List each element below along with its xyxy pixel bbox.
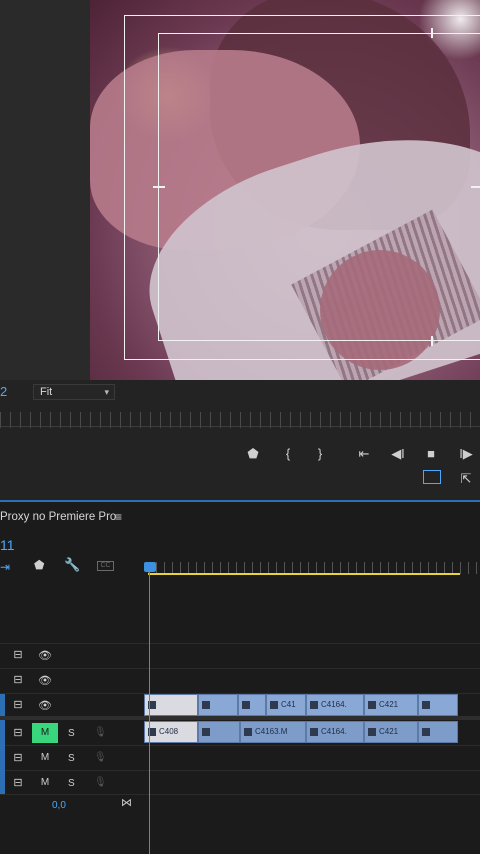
premiere-pro-window: 2 Fit ▾ ⬟ { } ⇤ ◀I ■ I▶ ⇱ Proxy no Premi…: [0, 0, 480, 854]
safe-margins-toggle-icon[interactable]: [423, 470, 441, 484]
safe-tick-bottom: [431, 336, 433, 346]
fit-label: Fit: [40, 386, 53, 398]
eye-icon[interactable]: 👁: [38, 674, 52, 687]
captions-icon[interactable]: CC: [97, 561, 114, 571]
fx-badge-icon: [242, 701, 250, 709]
track-target-audio[interactable]: [0, 720, 5, 794]
sync-lock-icon[interactable]: ⊟: [11, 648, 25, 661]
video-clip[interactable]: [418, 694, 458, 716]
snap-icon[interactable]: ⇥: [0, 560, 10, 574]
timeline-marker-icon[interactable]: ⬟: [34, 558, 44, 572]
fx-badge-icon: [270, 701, 278, 709]
source-panel-edge: [0, 0, 90, 380]
track-divider: [0, 668, 480, 669]
fx-badge-icon: [368, 728, 376, 736]
video-frame: [90, 0, 480, 380]
fx-badge-icon: [310, 728, 318, 736]
audio-clip[interactable]: C408: [144, 721, 198, 743]
microphone-icon[interactable]: 🎙: [94, 752, 107, 763]
track-divider: [0, 745, 480, 746]
fx-badge-icon: [202, 728, 210, 736]
audio-clip[interactable]: [198, 721, 240, 743]
video-clip[interactable]: C41: [266, 694, 306, 716]
fx-badge-icon: [202, 701, 210, 709]
solo-track-button[interactable]: S: [68, 778, 75, 789]
wrench-icon[interactable]: 🔧: [64, 557, 80, 573]
go-to-in-button[interactable]: ⇤: [354, 444, 374, 464]
fx-badge-icon: [368, 701, 376, 709]
safe-tick-top: [431, 28, 433, 38]
video-clip[interactable]: C4164.: [306, 694, 364, 716]
fx-badge-icon: [422, 701, 430, 709]
sequence-tab-title[interactable]: Proxy no Premiere Pro: [0, 511, 116, 523]
mute-track-button[interactable]: M: [32, 748, 58, 768]
panel-menu-icon[interactable]: ≡: [115, 510, 122, 524]
track-target-v1[interactable]: [0, 694, 5, 716]
audio-clip[interactable]: C421: [364, 721, 418, 743]
playhead-line[interactable]: [149, 572, 150, 854]
zoom-fraction[interactable]: 2: [0, 384, 7, 399]
add-marker-button[interactable]: ⬟: [243, 444, 263, 464]
video-clip[interactable]: [238, 694, 266, 716]
sync-lock-icon[interactable]: ⊟: [11, 698, 25, 711]
eye-icon[interactable]: 👁: [38, 649, 52, 662]
solo-track-button[interactable]: S: [68, 753, 75, 764]
master-volume-value[interactable]: 0,0: [52, 800, 66, 811]
step-back-button[interactable]: ◀I: [388, 444, 408, 464]
sync-lock-icon[interactable]: ⊟: [11, 726, 25, 739]
timeline-panel: [0, 502, 480, 854]
play-button[interactable]: I▶: [456, 444, 476, 464]
bowtie-icon[interactable]: ⋈: [121, 796, 132, 809]
mute-track-button[interactable]: M: [32, 723, 58, 743]
audio-clip[interactable]: [418, 721, 458, 743]
sync-lock-icon[interactable]: ⊟: [11, 673, 25, 686]
track-divider: [0, 770, 480, 771]
microphone-icon[interactable]: 🎙: [94, 727, 107, 738]
microphone-icon[interactable]: 🎙: [94, 777, 107, 788]
mark-out-button[interactable]: }: [310, 444, 330, 464]
audio-clip[interactable]: C4163.M: [240, 721, 306, 743]
video-clip[interactable]: [198, 694, 238, 716]
stop-button[interactable]: ■: [421, 444, 441, 464]
safe-tick-left: [153, 186, 165, 188]
track-divider: [0, 643, 480, 644]
video-clip[interactable]: C421: [364, 694, 418, 716]
sync-lock-icon[interactable]: ⊟: [11, 751, 25, 764]
fx-badge-icon: [422, 728, 430, 736]
video-audio-divider[interactable]: [0, 716, 480, 720]
playhead-handle[interactable]: [144, 562, 156, 572]
export-frame-button[interactable]: ⇱: [456, 469, 476, 489]
video-clip[interactable]: [144, 694, 198, 716]
work-area-bar[interactable]: [148, 573, 460, 575]
eye-icon[interactable]: 👁: [38, 699, 52, 712]
fx-badge-icon: [310, 701, 318, 709]
mark-in-button[interactable]: {: [278, 444, 298, 464]
program-monitor: 2 Fit ▾ ⬟ { } ⇤ ◀I ■ I▶ ⇱: [0, 0, 480, 500]
fx-badge-icon: [244, 728, 252, 736]
monitor-ruler-baseline: [0, 426, 480, 427]
chevron-down-icon: ▾: [104, 387, 109, 397]
safe-tick-right: [471, 186, 480, 188]
track-divider: [0, 794, 480, 795]
title-safe-margin: [158, 33, 480, 341]
timeline-timecode[interactable]: 11: [0, 537, 15, 553]
audio-clip[interactable]: C4164.: [306, 721, 364, 743]
zoom-fit-dropdown[interactable]: Fit ▾: [33, 384, 115, 400]
mute-track-button[interactable]: M: [32, 773, 58, 793]
solo-track-button[interactable]: S: [68, 728, 75, 739]
sync-lock-icon[interactable]: ⊟: [11, 776, 25, 789]
